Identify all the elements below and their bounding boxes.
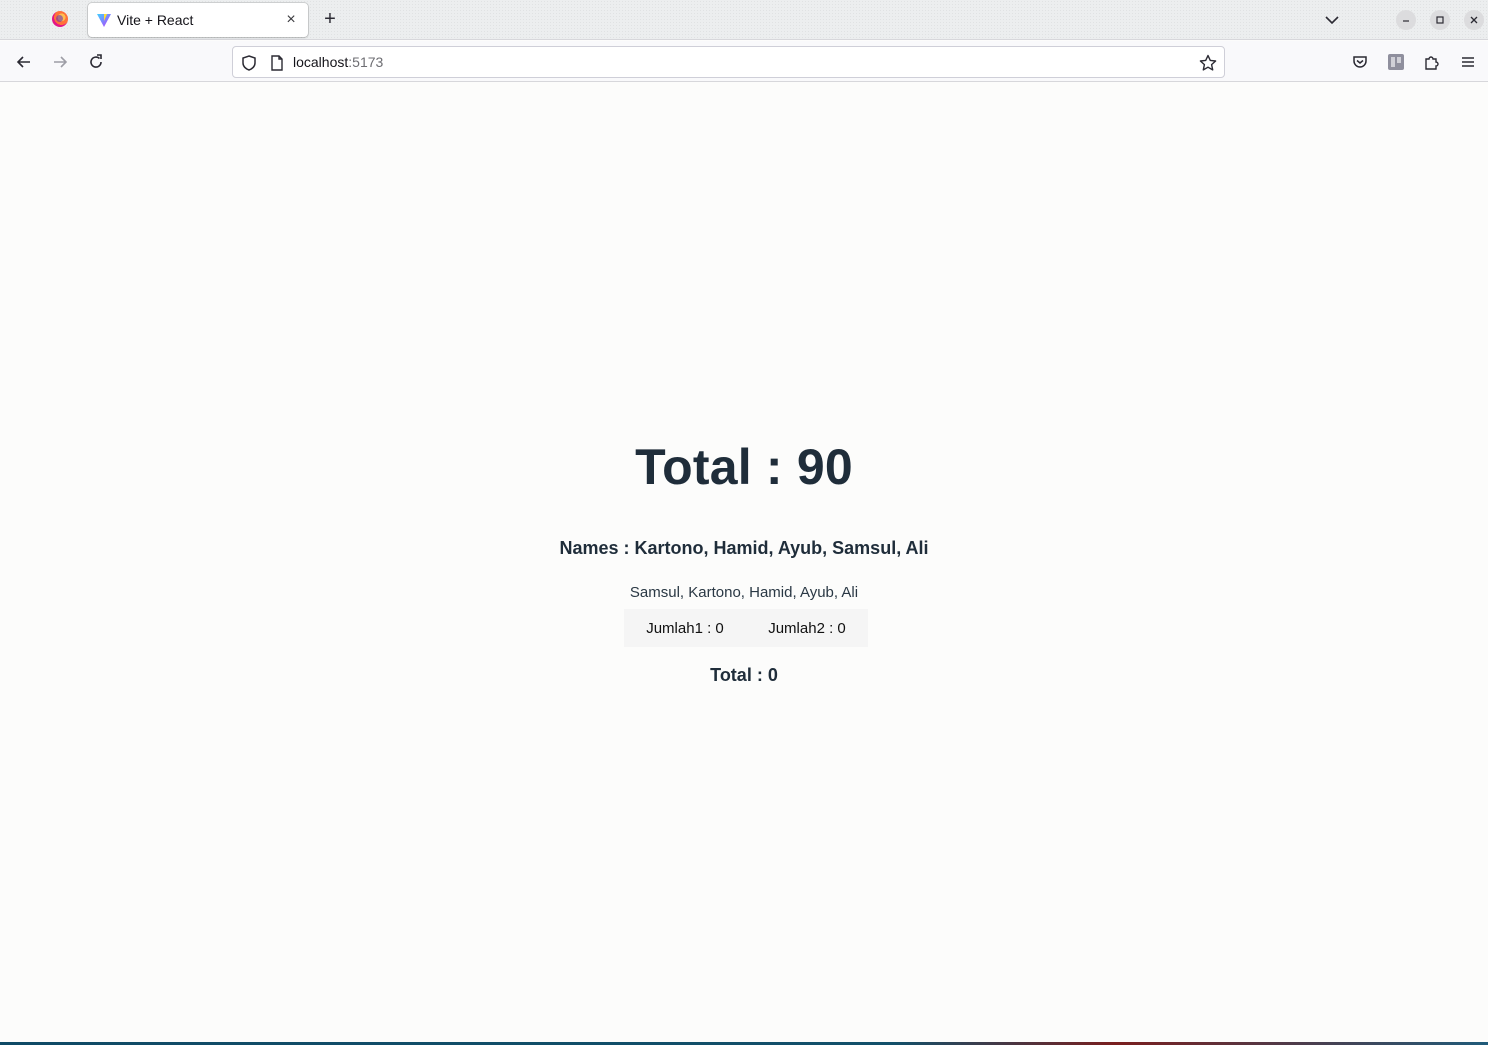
app-root: Total : 90 Names : Kartono, Hamid, Ayub,… <box>0 82 1488 1042</box>
pocket-button[interactable] <box>1348 50 1372 74</box>
list-all-tabs-icon[interactable] <box>1322 10 1342 30</box>
maximize-icon <box>1436 16 1444 24</box>
back-button[interactable] <box>12 50 36 74</box>
jumlah2-counter[interactable]: Jumlah2 : 0 <box>762 620 852 637</box>
back-arrow-icon <box>16 56 30 68</box>
close-window-button[interactable] <box>1464 10 1484 30</box>
url-bar[interactable]: localhost:5173 <box>232 46 1225 78</box>
jumlah1-counter[interactable]: Jumlah1 : 0 <box>640 620 730 637</box>
tab-strip: Vite + React × + <box>0 0 1488 40</box>
url-port: :5173 <box>348 54 384 70</box>
tab-close-icon[interactable]: × <box>282 11 300 29</box>
extensions-button[interactable] <box>1420 50 1444 74</box>
firefox-view-icon[interactable] <box>52 11 68 27</box>
new-tab-button[interactable]: + <box>318 8 342 32</box>
vite-favicon-icon <box>97 14 111 27</box>
minimize-icon <box>1403 20 1409 22</box>
forward-button[interactable] <box>48 50 72 74</box>
reload-icon <box>90 54 102 68</box>
tab-vite-react[interactable]: Vite + React × <box>88 3 308 37</box>
browser-window: Vite + React × + localhost:5173 Total: … <box>0 0 1488 1045</box>
close-icon <box>1470 16 1478 24</box>
bookmark-star-icon[interactable] <box>1198 53 1218 73</box>
names-heading: Names : Kartono, Hamid, Ayub, Samsul, Al… <box>559 538 929 558</box>
forward-arrow-icon <box>54 56 68 68</box>
maximize-window-button[interactable] <box>1430 10 1450 30</box>
tab-title: Vite + React <box>117 12 194 28</box>
total-heading: Total : 90 <box>635 439 853 495</box>
hamburger-menu-icon <box>1462 57 1474 67</box>
page-viewport: Total : 90 Names : Kartono, Hamid, Ayub,… <box>0 82 1488 1042</box>
account-avatar-icon <box>1388 54 1404 70</box>
url-text[interactable]: localhost:5173 <box>293 54 383 70</box>
account-button[interactable] <box>1384 50 1408 74</box>
counter-row: Jumlah1 : 0 Jumlah2 : 0 <box>624 609 868 647</box>
url-host: localhost <box>293 54 349 70</box>
nav-toolbar: localhost:5173 <box>0 41 1488 82</box>
total-subheading: Total : 0 <box>710 665 778 685</box>
tracking-protection-shield-icon[interactable] <box>240 54 258 72</box>
minimize-window-button[interactable] <box>1396 10 1416 30</box>
app-menu-button[interactable] <box>1456 50 1480 74</box>
pocket-icon <box>1353 56 1367 68</box>
puzzle-piece-icon <box>1425 56 1439 70</box>
page-info-icon[interactable] <box>268 54 286 72</box>
names-list: Samsul, Kartono, Hamid, Ayub, Ali <box>629 584 859 601</box>
reload-button[interactable] <box>84 50 108 74</box>
